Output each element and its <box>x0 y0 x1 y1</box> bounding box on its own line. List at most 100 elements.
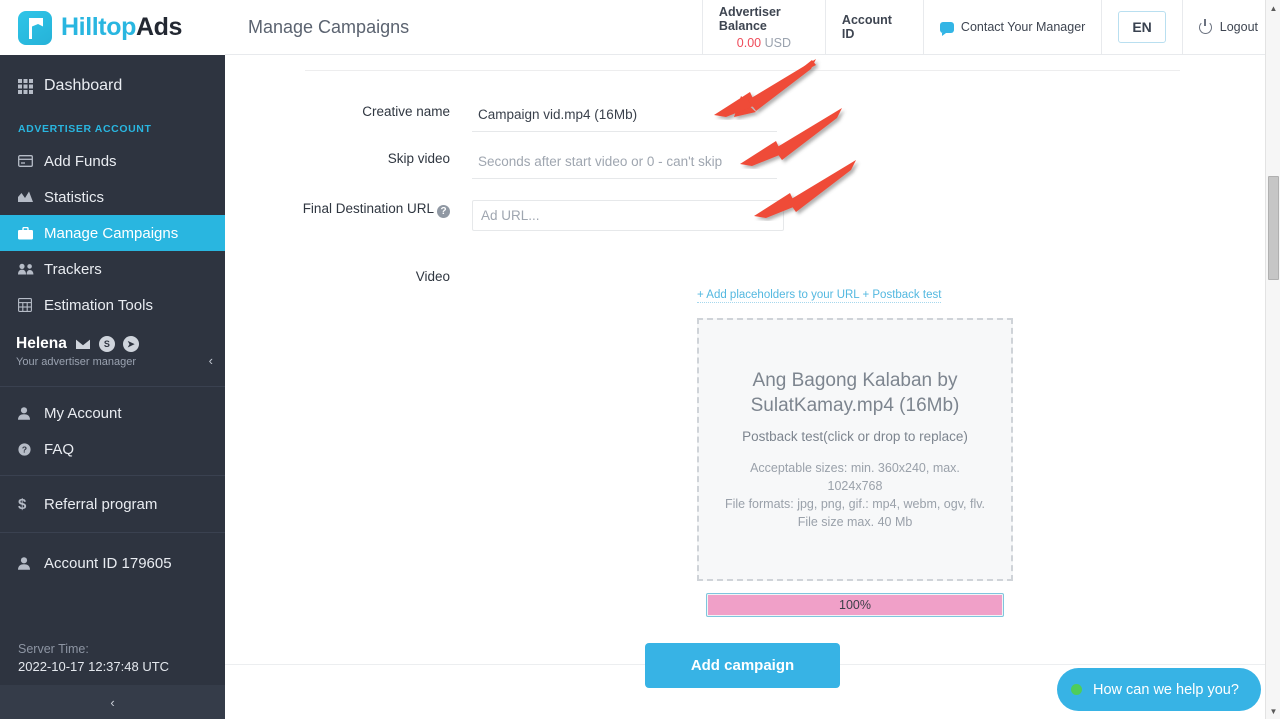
envelope-icon[interactable] <box>75 336 91 352</box>
final-destination-url-input[interactable] <box>472 200 784 231</box>
sidebar-divider <box>0 475 225 476</box>
upload-progress-bar: 100% <box>706 593 1004 617</box>
user-icon <box>18 406 44 420</box>
creative-name-label: Creative name <box>362 104 450 119</box>
flag-logo-icon <box>18 10 52 45</box>
dropzone-filename: Ang Bagong Kalaban by SulatKamay.mp4 (16… <box>750 370 960 416</box>
sidebar-item-label: Estimation Tools <box>44 296 153 314</box>
chart-icon <box>18 191 44 203</box>
grid-icon <box>18 78 44 94</box>
contact-manager-label: Contact Your Manager <box>960 20 1086 34</box>
users-icon <box>18 263 44 275</box>
upload-progress-fill: 100% <box>708 595 1002 615</box>
balance-amount: 0.00 <box>736 35 762 50</box>
language-cell: EN <box>1101 0 1181 54</box>
brand-logo[interactable]: HilltopAds <box>0 0 225 55</box>
page-title: Manage Campaigns <box>248 16 410 37</box>
upload-progress-label: 100% <box>839 598 871 612</box>
help-widget-button[interactable]: How can we help you? <box>1057 668 1261 711</box>
sidebar-item-label: Add Funds <box>44 152 117 170</box>
dropzone-spec-sizes: Acceptable sizes: min. 360x240, max. 102… <box>750 461 960 493</box>
form-row-video-label: Video <box>287 268 472 286</box>
telegram-icon[interactable]: ➤ <box>122 336 139 352</box>
user-icon <box>18 556 44 570</box>
help-widget-label: How can we help you? <box>1093 681 1239 698</box>
sidebar-item-label: Referral program <box>44 495 158 513</box>
advertiser-manager-block: Helena S ➤ Your advertiser manager ‹ <box>0 323 225 378</box>
account-id-cell[interactable]: Account ID <box>824 0 923 54</box>
sidebar: HilltopAds Dashboard ADVERTISER ACCOUNT … <box>0 0 225 719</box>
advertiser-balance-value: 0.00 USD <box>737 36 791 50</box>
credit-card-icon <box>18 155 44 167</box>
topbar: Manage Campaigns Advertiser Balance 0.00… <box>225 0 1280 55</box>
sidebar-section-title: ADVERTISER ACCOUNT <box>18 123 152 135</box>
server-time-value: 2022-10-17 12:37:48 UTC <box>18 659 170 674</box>
language-selector[interactable]: EN <box>1118 11 1166 43</box>
final-destination-url-label: Final Destination URL? <box>287 200 472 218</box>
brand-name-secondary: Ads <box>135 13 182 41</box>
chat-bubble-icon <box>939 21 954 36</box>
video-label: Video <box>415 269 450 284</box>
question-circle-icon[interactable]: ? <box>437 205 450 218</box>
question-circle-icon: ? <box>18 442 44 456</box>
online-dot-icon <box>1071 683 1082 695</box>
advertiser-balance-cell: Advertiser Balance 0.00 USD <box>701 0 825 54</box>
dropzone-hint: Postback test(click or drop to replace) <box>742 429 968 444</box>
sidebar-item-my-account[interactable]: My Account <box>0 395 225 431</box>
dropzone-spec-filesize: File size max. 40 Mb <box>797 515 913 529</box>
advertiser-balance-label: Advertiser Balance <box>718 4 781 33</box>
add-placeholders-link[interactable]: + Add placeholders to your URL + Postbac… <box>697 289 942 303</box>
brand-name: HilltopAds <box>61 13 182 42</box>
server-time-block: Server Time: 2022-10-17 12:37:48 UTC <box>18 642 169 674</box>
sidebar-item-add-funds[interactable]: Add Funds <box>0 143 225 179</box>
sidebar-item-statistics[interactable]: Statistics <box>0 179 225 215</box>
svg-text:?: ? <box>22 444 27 454</box>
sidebar-item-dashboard[interactable]: Dashboard <box>0 55 225 117</box>
skip-video-input[interactable] <box>472 150 777 179</box>
sidebar-item-label: Statistics <box>44 188 105 206</box>
chevron-left-icon[interactable]: ‹ <box>209 353 213 368</box>
sidebar-item-referral-program[interactable]: $ Referral program <box>0 486 225 522</box>
sidebar-item-estimation-tools[interactable]: Estimation Tools <box>0 287 225 323</box>
skip-video-label: Skip video <box>387 151 450 166</box>
server-time-label: Server Time: <box>18 642 89 656</box>
skype-icon[interactable]: S <box>98 336 115 352</box>
final-url-label-text: Final Destination URL <box>302 201 434 216</box>
sidebar-divider <box>0 532 225 533</box>
caret-down-icon[interactable]: ▼ <box>1266 703 1280 719</box>
dropzone-spec-formats: File formats: jpg, png, gif.: mp4, webm,… <box>724 497 986 511</box>
sidebar-item-label: Dashboard <box>44 77 123 94</box>
sidebar-collapse-button[interactable]: ‹ <box>0 685 225 719</box>
sidebar-item-label: My Account <box>44 404 122 422</box>
main-content: Creative name Skip video Final Destinati… <box>225 55 1266 719</box>
form-row-skip-video: Skip video <box>287 150 777 179</box>
briefcase-icon <box>18 226 44 240</box>
sidebar-item-label: Manage Campaigns <box>44 224 179 242</box>
content-top-divider <box>305 70 1180 71</box>
sidebar-item-trackers[interactable]: Trackers <box>0 251 225 287</box>
sidebar-item-faq[interactable]: ? FAQ <box>0 431 225 467</box>
sidebar-item-account-id[interactable]: Account ID 179605 <box>0 545 225 581</box>
power-icon <box>1198 18 1212 34</box>
sidebar-item-label: FAQ <box>44 440 75 458</box>
calculator-icon <box>18 298 44 312</box>
sidebar-item-label: Trackers <box>44 260 102 278</box>
creative-name-input[interactable] <box>472 103 777 132</box>
brand-name-primary: Hilltop <box>61 13 136 41</box>
manager-row: Helena S ➤ <box>16 335 225 353</box>
add-campaign-button[interactable]: Add campaign <box>645 643 840 688</box>
manager-name: Helena <box>16 335 67 352</box>
balance-currency: USD <box>764 35 792 50</box>
page-scrollbar[interactable]: ▲ ▼ <box>1265 0 1280 719</box>
sidebar-divider <box>0 386 225 387</box>
sidebar-item-label: Account ID 179605 <box>44 554 172 572</box>
form-row-creative-name: Creative name <box>287 103 777 132</box>
caret-up-icon[interactable]: ▲ <box>1266 0 1280 16</box>
contact-your-manager-button[interactable]: Contact Your Manager <box>922 0 1101 54</box>
form-row-final-destination-url: Final Destination URL? <box>287 200 784 231</box>
sidebar-item-manage-campaigns[interactable]: Manage Campaigns <box>0 215 225 251</box>
dollar-icon: $ <box>18 495 27 513</box>
scrollbar-thumb[interactable] <box>1268 176 1279 280</box>
chevron-left-icon: ‹ <box>110 694 115 710</box>
video-dropzone[interactable]: Ang Bagong Kalaban by SulatKamay.mp4 (16… <box>697 318 1013 581</box>
